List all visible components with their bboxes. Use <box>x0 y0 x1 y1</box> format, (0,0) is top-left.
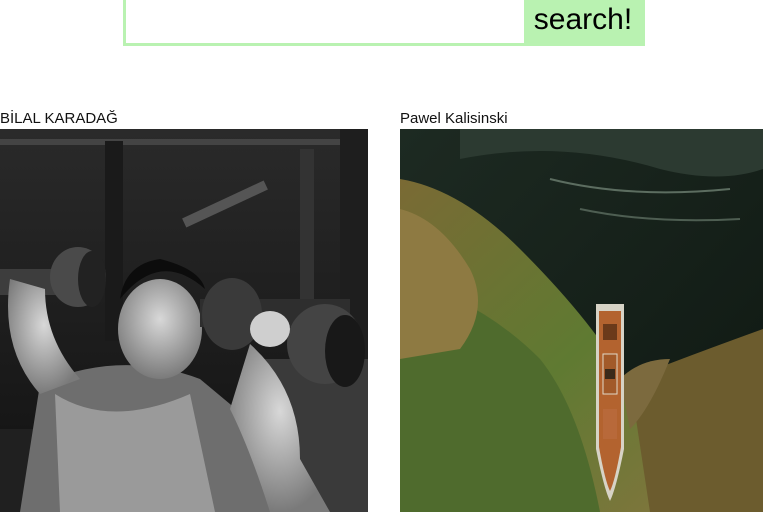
result-card: BİLAL KARADAĞ <box>0 108 368 512</box>
photo-shipwreck-image <box>400 129 763 512</box>
search-form: search! <box>123 0 645 46</box>
result-card: Pawel Kalisinski <box>400 108 763 512</box>
page: search! BİLAL KARADAĞ Pawel Kalisinski <box>0 0 763 512</box>
search-button[interactable]: search! <box>524 0 645 46</box>
photo-shipwreck[interactable] <box>400 129 763 512</box>
photographer-name: Pawel Kalisinski <box>400 110 508 127</box>
photo-weightlifter-image <box>0 129 368 512</box>
photographer-name: BİLAL KARADAĞ <box>0 110 118 127</box>
photo-weightlifter[interactable] <box>0 129 368 512</box>
search-input[interactable] <box>123 0 524 46</box>
